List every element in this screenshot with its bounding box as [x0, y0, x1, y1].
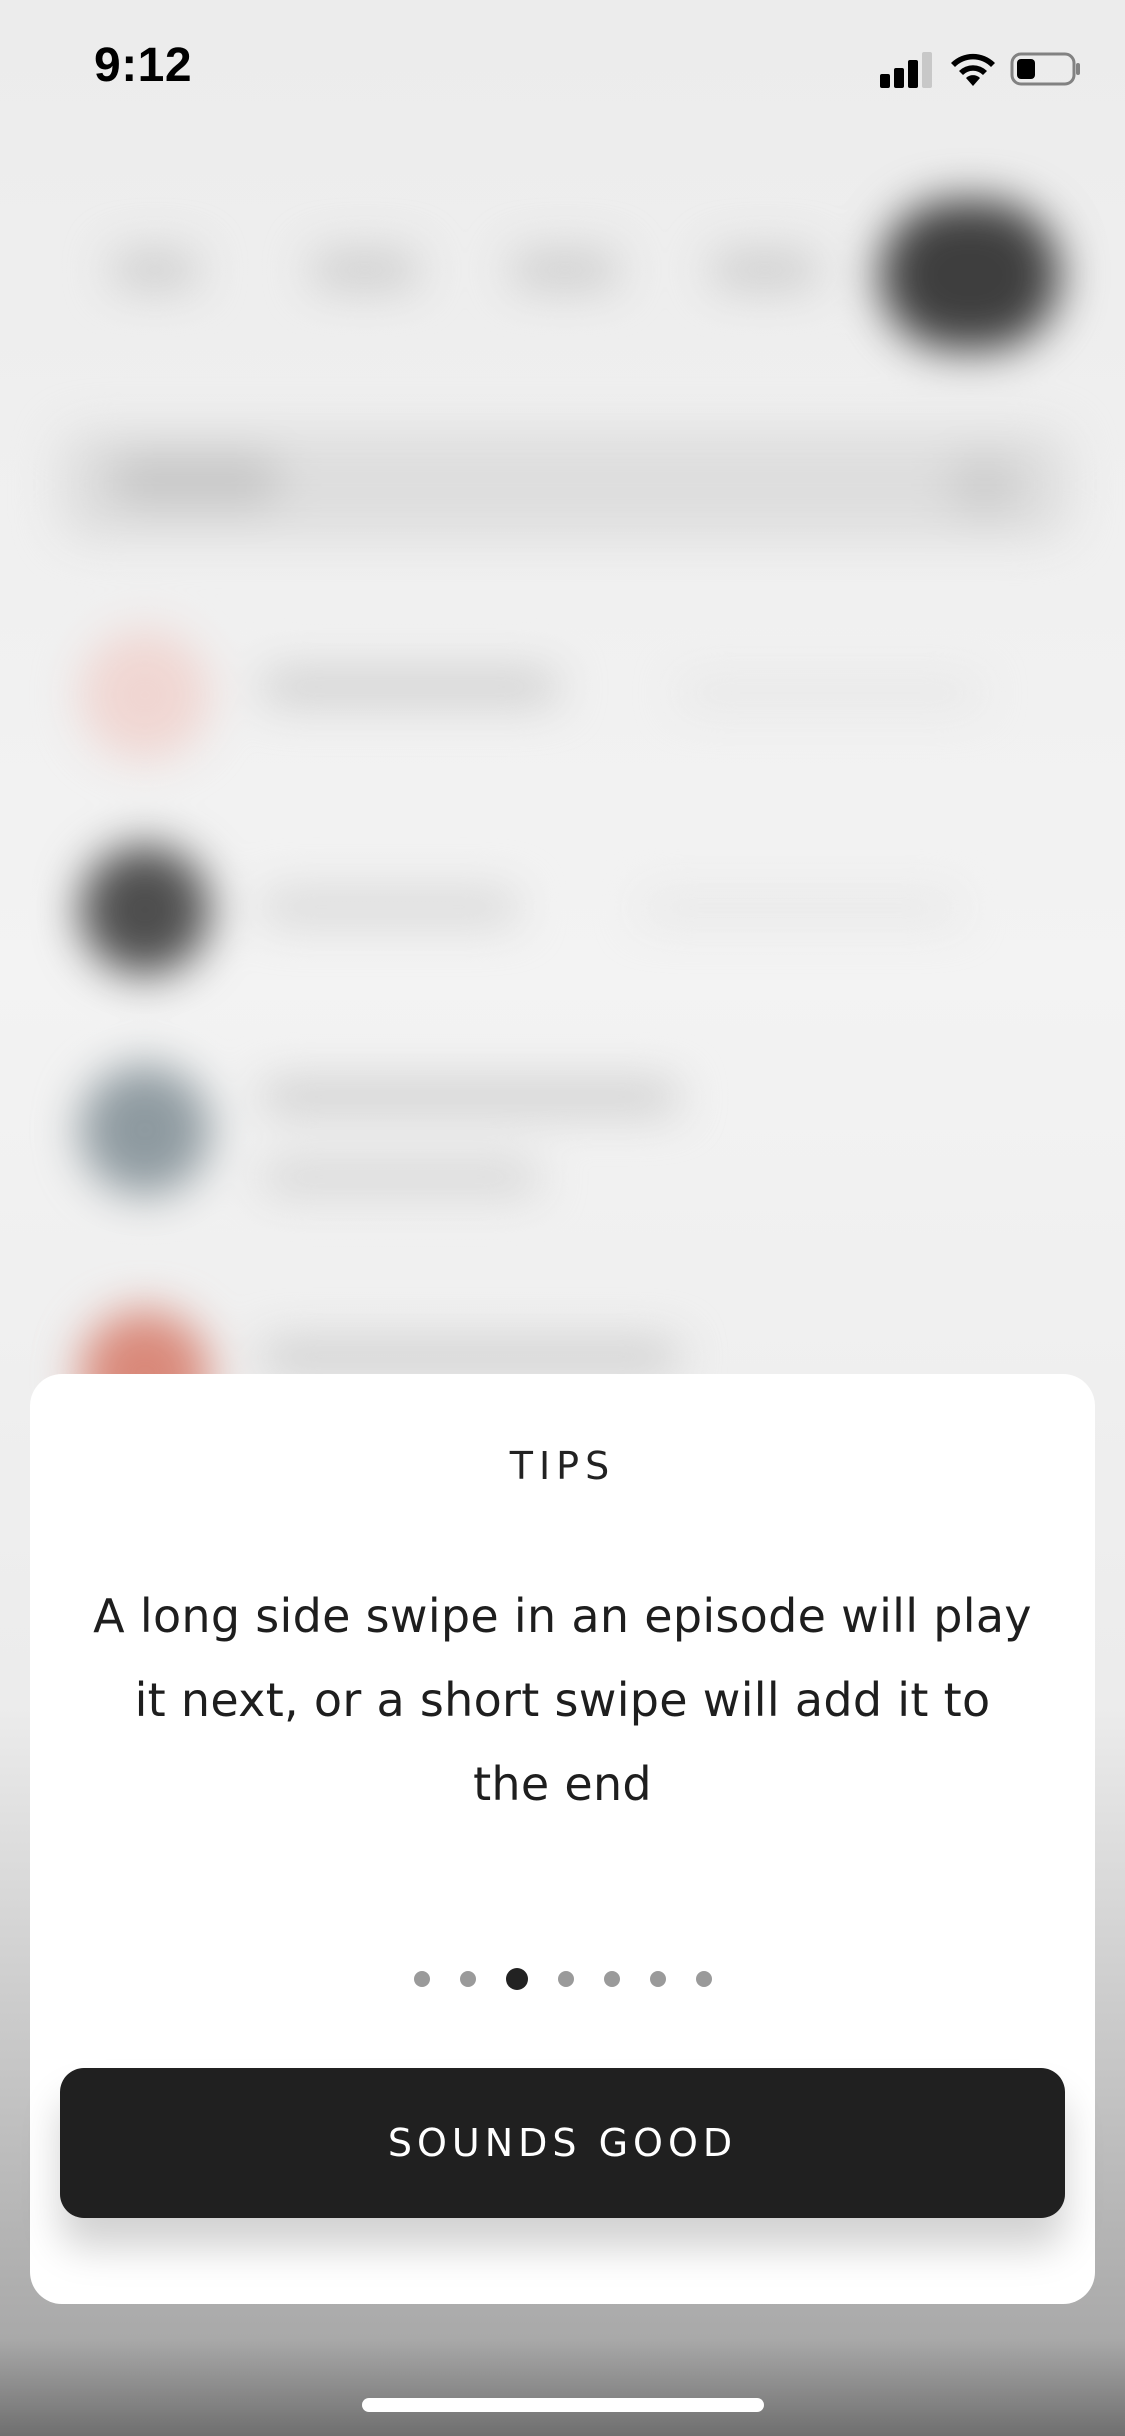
page-dot[interactable] — [459, 1971, 476, 1987]
blurred-search-end — [950, 455, 1020, 515]
home-indicator[interactable] — [362, 2398, 764, 2412]
signal-bar — [922, 52, 932, 88]
blurred-text-line — [680, 680, 980, 706]
page-indicator[interactable] — [30, 1964, 1095, 1994]
blurred-search-pill — [110, 455, 280, 505]
status-time: 9:12 — [94, 39, 193, 92]
tips-message: A long side swipe in an episode will pla… — [93, 1589, 1032, 1811]
page-dot[interactable] — [557, 1971, 574, 1987]
tips-screen: 9:12 TIPS A long side swipe in an episod… — [0, 0, 1125, 2436]
page-dot[interactable] — [413, 1971, 430, 1987]
blurred-text-line — [260, 1340, 680, 1374]
signal-bar — [908, 60, 918, 88]
blurred-avatar — [880, 200, 1060, 350]
page-dot-active[interactable] — [505, 1968, 528, 1990]
blurred-tab — [310, 250, 420, 290]
tips-title: TIPS — [509, 1444, 616, 1488]
cellular-signal-icon — [880, 50, 936, 88]
signal-bar — [880, 74, 890, 88]
blurred-text-line — [260, 1160, 540, 1194]
page-dot[interactable] — [603, 1971, 620, 1987]
battery-icon — [1010, 52, 1080, 86]
blurred-tab — [710, 250, 820, 290]
sounds-good-button-label: SOUNDS GOOD — [387, 2121, 738, 2165]
blurred-text-line — [640, 895, 960, 921]
blurred-tab — [110, 250, 200, 290]
sounds-good-button[interactable]: SOUNDS GOOD — [60, 2068, 1065, 2218]
signal-bar — [894, 68, 904, 88]
blurred-tab — [510, 250, 620, 290]
blurred-thumbnail — [80, 1065, 210, 1195]
blurred-text-line — [260, 1080, 680, 1114]
blurred-thumbnail — [80, 845, 210, 975]
tips-sheet: TIPS A long side swipe in an episode wil… — [30, 1374, 1095, 2304]
status-bar: 9:12 — [0, 0, 1125, 132]
blurred-text-line — [260, 670, 560, 704]
page-dot[interactable] — [695, 1971, 712, 1987]
wifi-icon — [951, 53, 995, 86]
blurred-text-line — [260, 890, 520, 924]
blurred-thumbnail — [80, 630, 210, 760]
page-dot[interactable] — [649, 1971, 666, 1987]
